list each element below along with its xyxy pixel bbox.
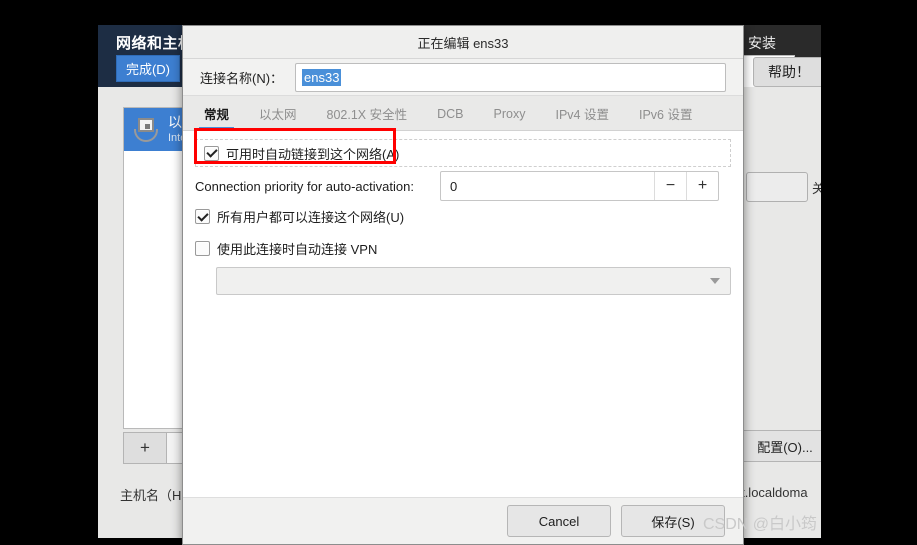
all-users-row[interactable]: 所有用户都可以连接这个网络(U) — [195, 207, 404, 226]
autoconnect-checkbox[interactable] — [204, 145, 219, 161]
priority-decrement-button[interactable]: − — [654, 172, 686, 200]
done-button[interactable]: 完成(D) — [116, 55, 180, 82]
edit-connection-dialog: 正在编辑 ens33 连接名称(N)： ens33 常规 以太网 802.1X … — [182, 25, 744, 545]
vpn-checkbox[interactable] — [195, 241, 210, 256]
connection-name-input[interactable]: ens33 — [295, 62, 726, 92]
priority-increment-button[interactable]: + — [686, 172, 718, 200]
autoconnect-label: 可用时自动链接到这个网络(A) — [226, 146, 400, 162]
installer-body-right-pad — [743, 100, 821, 140]
tab-ipv6-settings[interactable]: IPv6 设置 — [624, 97, 708, 130]
help-button[interactable]: 帮助！ — [753, 57, 821, 87]
screen: 网络和主机 安装 完成(D) 帮助！ 以太 Intel — [0, 0, 917, 545]
tab-ethernet[interactable]: 以太网 — [244, 97, 312, 130]
priority-stepper[interactable]: 0 − + — [440, 171, 719, 201]
tab-8021x-security[interactable]: 802.1X 安全性 — [312, 97, 423, 130]
dialog-tabs: 常规 以太网 802.1X 安全性 DCB Proxy IPv4 设置 IPv6… — [183, 95, 743, 131]
dialog-body: 可用时自动链接到这个网络(A) Connection priority for … — [183, 131, 743, 497]
tab-dcb[interactable]: DCB — [422, 97, 478, 130]
ethernet-icon — [134, 117, 160, 142]
chevron-down-icon — [710, 278, 720, 284]
autoconnect-row[interactable]: 可用时自动链接到这个网络(A) — [195, 139, 731, 167]
connection-name-row: 连接名称(N)： ens33 — [183, 59, 743, 95]
vpn-label: 使用此连接时自动连接 VPN — [217, 242, 378, 257]
tab-general[interactable]: 常规 — [189, 97, 244, 130]
cancel-button[interactable]: Cancel — [507, 505, 611, 537]
close-button-box[interactable] — [746, 172, 808, 202]
dialog-footer: Cancel 保存(S) — [183, 497, 743, 544]
configure-button[interactable]: 配置(O)... — [738, 430, 821, 462]
connection-name-value: ens33 — [302, 68, 342, 86]
priority-value[interactable]: 0 — [441, 172, 654, 200]
tab-proxy[interactable]: Proxy — [479, 97, 541, 130]
priority-label: Connection priority for auto-activation: — [195, 178, 414, 194]
close-button-label: 关闭 — [812, 181, 821, 196]
vpn-combo-select[interactable] — [216, 267, 731, 295]
dialog-title: 正在编辑 ens33 — [417, 35, 509, 51]
vpn-row[interactable]: 使用此连接时自动连接 VPN — [195, 239, 377, 258]
tab-ipv4-settings[interactable]: IPv4 设置 — [540, 97, 624, 130]
dialog-titlebar: 正在编辑 ens33 — [183, 26, 743, 59]
all-users-label: 所有用户都可以连接这个网络(U) — [217, 210, 405, 225]
all-users-checkbox[interactable] — [195, 209, 210, 224]
priority-row: Connection priority for auto-activation:… — [195, 171, 731, 201]
watermark: CSDN @白小筠 — [703, 516, 818, 533]
add-connection-button[interactable]: + — [123, 432, 167, 464]
installer-title-right: 安装 — [748, 35, 776, 51]
connection-name-label: 连接名称(N)： — [200, 70, 284, 86]
